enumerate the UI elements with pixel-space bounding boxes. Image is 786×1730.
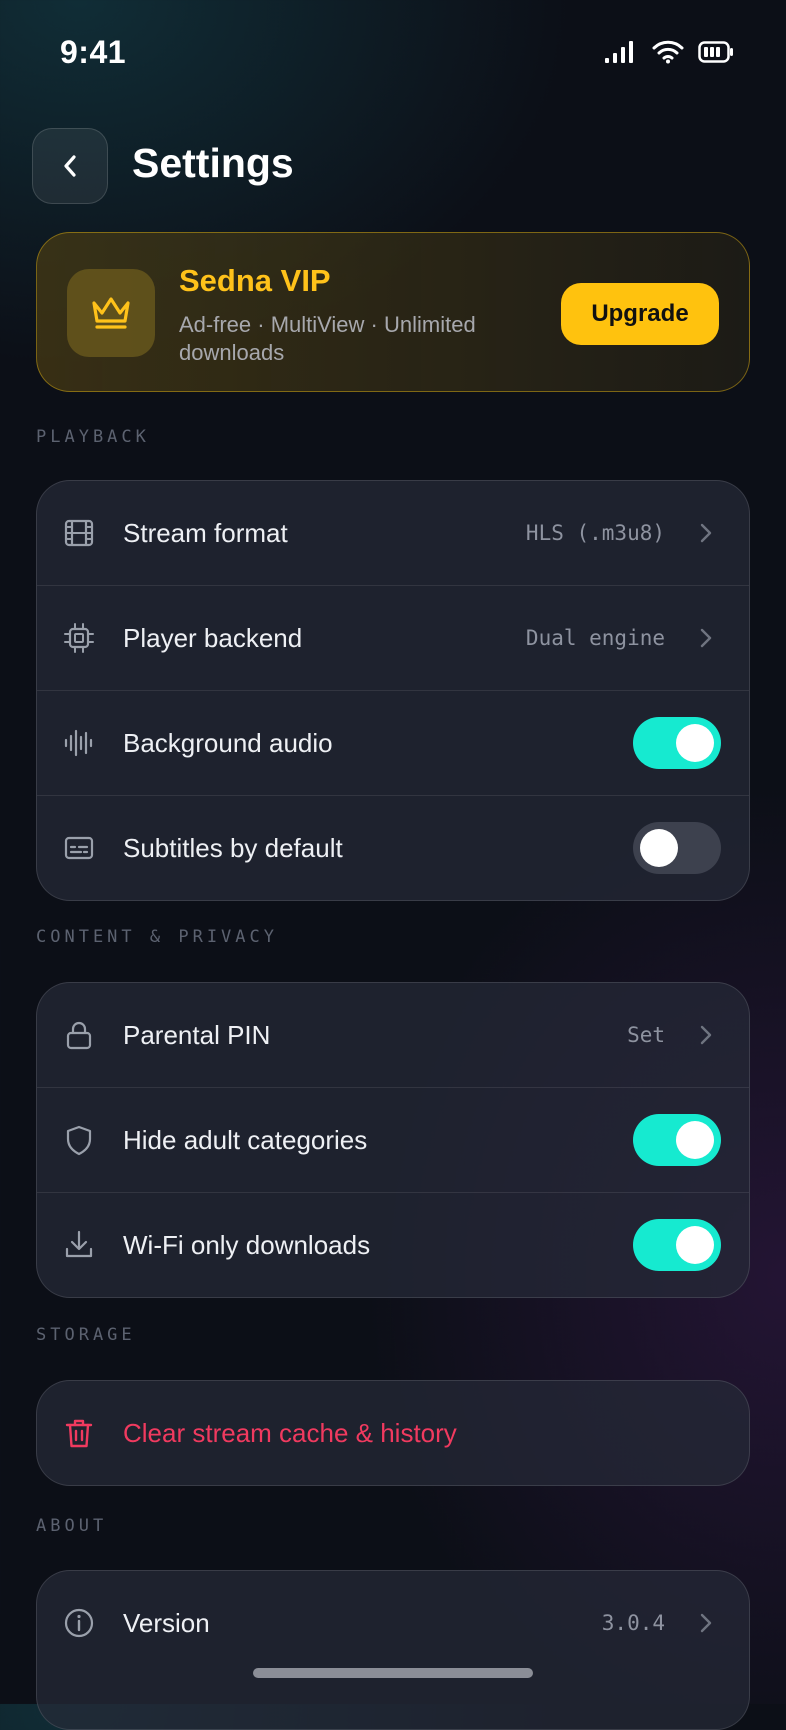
lock-icon [63, 1019, 95, 1051]
trash-icon [63, 1417, 95, 1449]
content-privacy-card: Parental PIN Set Hide adult categories W… [36, 982, 750, 1298]
subtitles-icon [63, 832, 95, 864]
toggle-knob [640, 829, 678, 867]
page-title: Settings [132, 140, 294, 186]
status-bar: 9:41 [0, 0, 786, 110]
row-clear-cache[interactable]: Clear stream cache & history [37, 1381, 749, 1485]
cpu-chip-icon [63, 622, 95, 654]
wifi-icon [652, 40, 684, 64]
wifi-downloads-toggle[interactable] [633, 1219, 721, 1271]
row-wifi-downloads: Wi-Fi only downloads [37, 1193, 749, 1297]
info-icon [63, 1607, 95, 1639]
home-indicator[interactable] [253, 1668, 533, 1678]
row-label: Wi-Fi only downloads [123, 1230, 371, 1260]
status-time: 9:41 [60, 34, 127, 70]
header: Settings [32, 128, 752, 204]
crown-icon [92, 297, 130, 329]
cellular-signal-icon [605, 41, 633, 63]
row-label: Stream format [123, 518, 288, 548]
vip-subtitle: Ad-free · MultiView · Unlimited download… [179, 312, 476, 365]
row-label: Hide adult categories [123, 1125, 368, 1155]
clear-cache-label: Clear stream cache & history [123, 1418, 457, 1448]
section-label-storage: STORAGE [36, 1325, 136, 1345]
row-value: HLS (.m3u8) [525, 521, 665, 545]
row-player-backend[interactable]: Player backend Dual engine [37, 586, 749, 691]
chevron-right-icon [700, 1613, 712, 1633]
audio-waveform-icon [63, 727, 95, 759]
film-icon [63, 517, 95, 549]
about-card: Version 3.0.4 [36, 1570, 750, 1730]
chevron-right-icon [700, 523, 712, 543]
vip-title: Sedna VIP [179, 263, 331, 298]
row-value: Set [627, 1023, 665, 1047]
toggle-knob [676, 1226, 714, 1264]
section-label-content-privacy: CONTENT & PRIVACY [36, 927, 278, 947]
row-hide-adult: Hide adult categories [37, 1088, 749, 1193]
subtitles-default-toggle[interactable] [633, 822, 721, 874]
battery-icon [698, 41, 733, 63]
row-value: 3.0.4 [601, 1611, 665, 1635]
row-background-audio: Background audio [37, 691, 749, 796]
chevron-right-icon [700, 628, 712, 648]
vip-promo-card[interactable]: Sedna VIP Ad-free · MultiView · Unlimite… [36, 232, 750, 392]
download-icon [63, 1229, 95, 1261]
toggle-knob [676, 724, 714, 762]
playback-card: Stream format HLS (.m3u8) Player backend… [36, 480, 750, 901]
section-label-playback: PLAYBACK [36, 427, 150, 447]
section-label-about: ABOUT [36, 1516, 108, 1536]
shield-icon [63, 1124, 95, 1156]
row-label: Background audio [123, 728, 333, 758]
chevron-left-icon [64, 155, 76, 177]
toggle-knob [676, 1121, 714, 1159]
row-label: Parental PIN [123, 1020, 271, 1050]
hide-adult-toggle[interactable] [633, 1114, 721, 1166]
row-label: Player backend [123, 623, 303, 653]
row-parental-pin[interactable]: Parental PIN Set [37, 983, 749, 1088]
back-button[interactable] [32, 128, 108, 204]
storage-card: Clear stream cache & history [36, 1380, 750, 1486]
row-label: Version [123, 1608, 210, 1638]
row-stream-format[interactable]: Stream format HLS (.m3u8) [37, 481, 749, 586]
row-subtitles-default: Subtitles by default [37, 796, 749, 900]
status-icons [604, 40, 734, 64]
background-audio-toggle[interactable] [633, 717, 721, 769]
row-version[interactable]: Version 3.0.4 [37, 1571, 749, 1675]
vip-icon-badge [67, 269, 155, 357]
upgrade-button[interactable]: Upgrade [561, 283, 719, 345]
row-value: Dual engine [525, 626, 665, 650]
chevron-right-icon [700, 1025, 712, 1045]
row-label: Subtitles by default [123, 833, 343, 863]
